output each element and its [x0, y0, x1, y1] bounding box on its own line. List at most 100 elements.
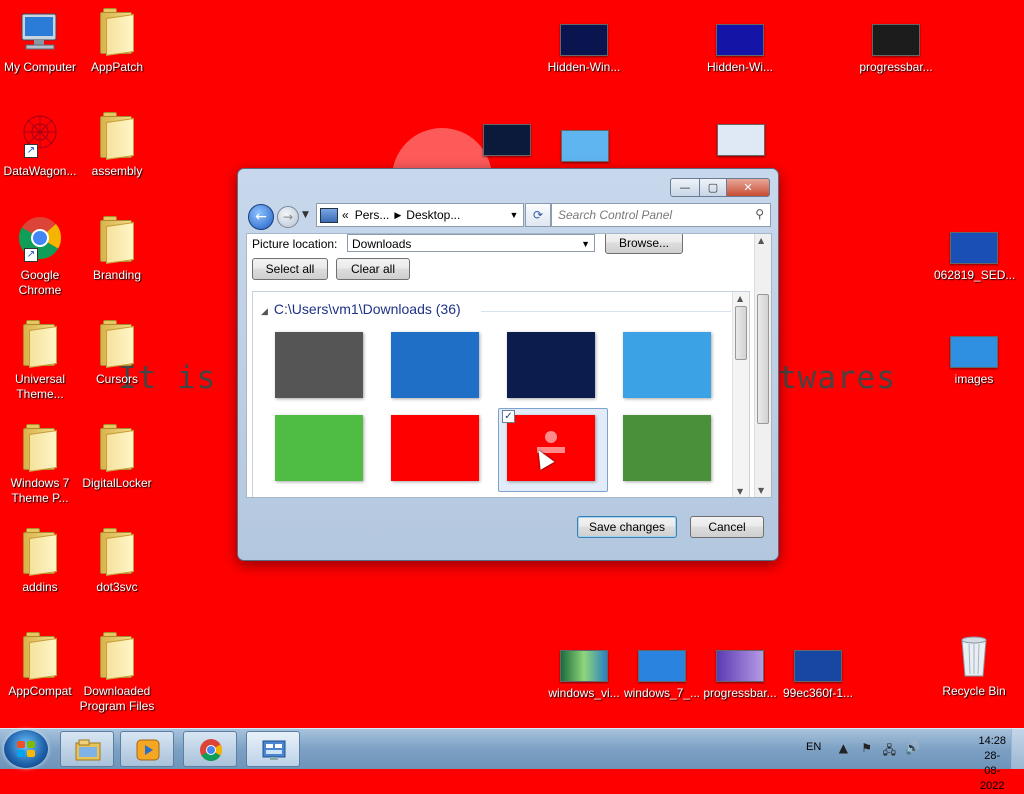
desktop-icon-digitallocker[interactable]: DigitalLocker — [77, 424, 157, 491]
wallpaper-text-right: twares — [778, 360, 896, 396]
scrollbar-thumb[interactable] — [735, 306, 747, 360]
desktop-icon-label: Branding — [92, 268, 142, 282]
picture-location-select[interactable]: Downloads ▼ — [347, 234, 595, 252]
scroll-down-arrow-icon[interactable]: ▼ — [737, 487, 743, 496]
image-thumbnail-icon — [717, 124, 765, 156]
scrollbar-thumb[interactable] — [757, 294, 769, 424]
taskbar-control-panel-button[interactable] — [246, 731, 300, 767]
desktop-icon-label: windows_vi... — [548, 686, 620, 700]
action-center-icon[interactable]: ⚑ — [861, 741, 872, 755]
shortcut-arrow-icon: ↗ — [24, 144, 38, 158]
desktop-icon-progressbar-top[interactable]: progressbar... — [856, 24, 936, 75]
taskbar-explorer-button[interactable] — [60, 731, 114, 767]
desktop-icon-downloaded-program-files[interactable]: Downloaded Program Files — [77, 632, 157, 714]
back-arrow-icon[interactable]: ← — [248, 204, 274, 230]
address-dropdown-icon[interactable]: ▼ — [505, 210, 523, 220]
desktop-icon-datawagon[interactable]: ↗ DataWagon... — [0, 112, 80, 179]
scroll-down-arrow-icon[interactable]: ▼ — [758, 486, 764, 495]
control-panel-icon — [261, 738, 287, 762]
network-icon[interactable]: 🖧 — [883, 741, 896, 762]
forward-arrow-icon[interactable]: → — [277, 206, 299, 228]
wallpaper-thumbnail[interactable] — [623, 332, 711, 398]
breadcrumb-desktop-background[interactable]: Desktop... — [406, 208, 460, 222]
group-header[interactable]: ◢ C:\Users\vm1\Downloads (36) — [261, 301, 461, 317]
wallpaper-thumbnail[interactable] — [275, 332, 363, 398]
image-thumbnail-icon — [716, 650, 764, 682]
desktop-icon-label: DataWagon... — [3, 164, 77, 178]
desktop-icon-branding[interactable]: Branding — [77, 216, 157, 283]
thumbnail-checkbox[interactable]: ✓ — [502, 410, 515, 423]
desktop-icon-windows-7[interactable]: windows_7_... — [622, 650, 702, 701]
cancel-button[interactable]: Cancel — [690, 516, 764, 538]
desktop-icon-99ec360f[interactable]: 99ec360f-1... — [778, 650, 858, 701]
clock-date: 28-08-2022 — [979, 750, 1005, 792]
refresh-icon[interactable]: ⟳ — [525, 203, 551, 227]
folder-icon — [93, 320, 141, 368]
search-box[interactable]: ⚲ — [551, 203, 771, 227]
desktop-icon-hidden-win-2[interactable]: Hidden-Wi... — [700, 24, 780, 75]
window-controls: — ▢ ✕ — [670, 178, 770, 197]
minimize-button[interactable]: — — [670, 178, 700, 197]
desktop-icon-hidden-win-1[interactable]: Hidden-Win... — [544, 24, 624, 75]
desktop-icon-addins[interactable]: addins — [0, 528, 80, 595]
image-thumbnail-icon — [950, 232, 998, 264]
desktop-icon-cursors[interactable]: Cursors — [77, 320, 157, 387]
clear-all-button[interactable]: Clear all — [336, 258, 410, 280]
maximize-button[interactable]: ▢ — [700, 178, 727, 197]
desktop-icon-recycle-bin[interactable]: Recycle Bin — [934, 632, 1014, 699]
browse-button[interactable]: Browse... — [605, 234, 683, 254]
desktop-icon-label: progressbar... — [703, 686, 777, 700]
shortcut-arrow-icon: ↗ — [24, 248, 38, 262]
chevron-down-icon: ▼ — [581, 239, 590, 249]
select-all-button[interactable]: Select all — [252, 258, 328, 280]
recent-pages-dropdown-icon[interactable]: ▼ — [302, 210, 309, 220]
system-clock[interactable]: 14:28 28-08-2022 — [978, 734, 1006, 794]
taskbar-media-player-button[interactable] — [120, 731, 174, 767]
wallpaper-thumbnail[interactable] — [507, 332, 595, 398]
desktop-icon-062819[interactable]: 062819_SED... — [934, 232, 1015, 283]
search-icon[interactable]: ⚲ — [755, 207, 764, 221]
desktop-icon-google-chrome[interactable]: ↗ Google Chrome — [0, 216, 80, 298]
scroll-up-arrow-icon[interactable]: ▲ — [737, 294, 743, 303]
language-indicator[interactable]: EN — [806, 741, 821, 753]
wallpaper-thumbnail[interactable] — [391, 415, 479, 481]
start-button[interactable] — [4, 730, 48, 768]
wallpaper-thumbnail-selected[interactable] — [507, 415, 595, 481]
content-scrollbar[interactable]: ▲ ▼ — [754, 234, 771, 497]
desktop-icon-my-computer[interactable]: My Computer — [0, 8, 80, 75]
address-bar[interactable]: « Pers... ▶ Desktop... ▼ — [316, 203, 524, 227]
desktop-icon-label: AppPatch — [90, 60, 144, 74]
search-input[interactable] — [552, 205, 746, 225]
show-hidden-icons-icon[interactable]: ▲ — [839, 741, 848, 755]
address-prefix: « — [342, 208, 349, 222]
desktop-icon-universal-theme[interactable]: Universal Theme... — [0, 320, 80, 402]
desktop-icon-assembly[interactable]: assembly — [77, 112, 157, 179]
show-desktop-button[interactable] — [1011, 729, 1024, 769]
desktop-icon-apppatch[interactable]: AppPatch — [77, 8, 157, 75]
desktop-icon-appcompat[interactable]: AppCompat — [0, 632, 80, 699]
desktop-icon-label: images — [954, 372, 994, 386]
desktop-icon-label: Hidden-Wi... — [706, 60, 774, 74]
scroll-up-arrow-icon[interactable]: ▲ — [758, 236, 764, 245]
taskbar-chrome-button[interactable] — [183, 731, 237, 767]
desktop-icon-progressbar-bottom[interactable]: progressbar... — [700, 650, 780, 701]
wallpaper-thumbnail[interactable] — [275, 415, 363, 481]
wallpaper-thumbnail[interactable] — [623, 415, 711, 481]
dialog-content: Picture location: Downloads ▼ Browse... … — [246, 233, 772, 498]
save-changes-button[interactable]: Save changes — [577, 516, 677, 538]
desktop-icon-windows7-theme[interactable]: Windows 7 Theme P... — [0, 424, 80, 506]
desktop-background-dialog: — ▢ ✕ ← → ▼ « Pers... ▶ Desktop... ▼ ⟳ ⚲… — [237, 168, 779, 561]
collapse-triangle-icon[interactable]: ◢ — [261, 306, 268, 316]
volume-icon[interactable]: 🔊 — [905, 741, 920, 755]
desktop-icon-windows-vi[interactable]: windows_vi... — [544, 650, 624, 701]
desktop-icon-label: My Computer — [3, 60, 77, 74]
breadcrumb-personalization[interactable]: Pers... — [355, 208, 390, 222]
close-button[interactable]: ✕ — [727, 178, 770, 197]
wallpaper-thumbnail[interactable] — [391, 332, 479, 398]
desktop-icon-images[interactable]: images — [934, 336, 1014, 387]
desktop-icon-dot3svc[interactable]: dot3svc — [77, 528, 157, 595]
folder-icon — [93, 424, 141, 472]
gallery-scrollbar[interactable]: ▲ ▼ — [732, 292, 749, 497]
desktop-icon-label: progressbar... — [859, 60, 933, 74]
chrome-icon: ↗ — [16, 216, 64, 264]
